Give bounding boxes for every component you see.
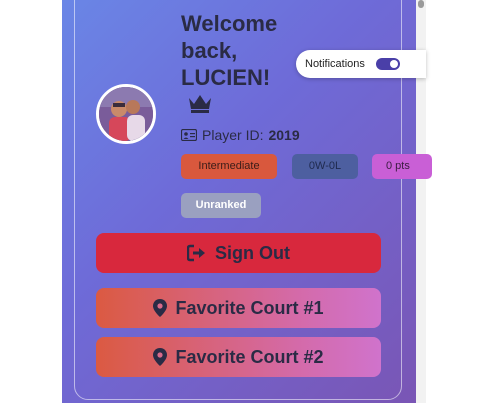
sign-out-icon <box>187 244 205 262</box>
avatar[interactable] <box>96 84 156 144</box>
level-badge: Intermediate <box>181 154 277 179</box>
scrollbar-thumb[interactable] <box>418 0 424 8</box>
toggle-knob <box>390 60 398 68</box>
map-marker-icon <box>153 299 168 317</box>
avatar-photo <box>99 87 153 141</box>
rank-badge: Unranked <box>181 193 261 218</box>
player-id-label: Player ID: <box>202 127 264 143</box>
favorite-court-2-label: Favorite Court #2 <box>175 346 324 367</box>
notifications-label: Notifications <box>305 58 365 70</box>
welcome-heading: Welcome back, LUCIEN! <box>181 11 278 90</box>
notifications-toggle[interactable] <box>376 58 400 70</box>
sign-out-label: Sign Out <box>215 242 290 263</box>
favorite-court-1-button[interactable]: Favorite Court #1 <box>96 288 381 328</box>
sign-out-button[interactable]: Sign Out <box>96 233 381 273</box>
favorite-court-2-button[interactable]: Favorite Court #2 <box>96 337 381 377</box>
crown-icon <box>186 92 214 114</box>
favorite-court-1-label: Favorite Court #1 <box>175 297 324 318</box>
id-card-icon <box>181 129 197 141</box>
map-marker-icon <box>153 348 168 366</box>
notifications-toggle-panel: Notifications <box>296 50 426 78</box>
player-id-value: 2019 <box>268 127 300 143</box>
record-badge: 0W-0L <box>292 154 358 179</box>
player-id-row: Player ID: 2019 <box>181 127 300 143</box>
points-badge: 0 pts <box>372 154 432 179</box>
